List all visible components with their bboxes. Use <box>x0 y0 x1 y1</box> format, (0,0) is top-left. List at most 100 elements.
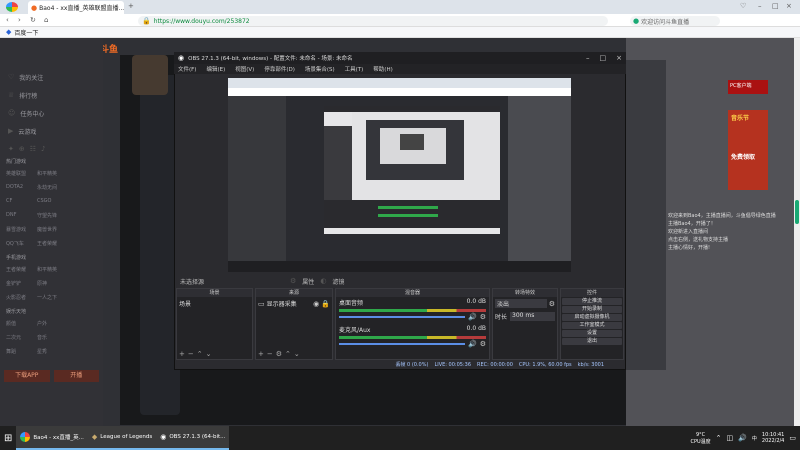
obs-menu-help[interactable]: 帮助(H) <box>373 65 392 73</box>
mic-icon[interactable]: ♪ <box>41 145 45 153</box>
network-icon[interactable]: ◫ <box>727 434 734 442</box>
reload-icon[interactable]: ↻ <box>30 16 36 24</box>
game-link[interactable]: DNF <box>6 212 37 226</box>
sidebar-item-cloudgame[interactable]: ▶ 云游戏 <box>0 122 103 140</box>
ent-link[interactable]: 二次元 <box>6 334 37 348</box>
game-link[interactable]: 守望先锋 <box>37 212 68 226</box>
browser-logo-icon[interactable] <box>6 2 18 12</box>
transition-select[interactable]: 淡出 <box>495 299 547 308</box>
game-link[interactable]: 魔兽世界 <box>37 226 68 240</box>
home-icon[interactable]: ⌂ <box>44 16 48 24</box>
game-link[interactable]: 火影忍者 <box>6 294 37 308</box>
gear-icon[interactable]: ⚙ <box>290 277 296 285</box>
virtual-camera-button[interactable]: 启动虚拟摄像机 <box>562 314 622 321</box>
game-link[interactable]: 暴雪游戏 <box>6 226 37 240</box>
game-link[interactable]: 一人之下 <box>37 294 68 308</box>
move-down-icon[interactable]: ⌄ <box>206 350 212 358</box>
sidebar-item-follow[interactable]: ♡ 我的关注 <box>0 68 103 86</box>
scrollbar-thumb[interactable] <box>795 200 799 224</box>
eye-icon[interactable]: ◉ <box>313 300 319 308</box>
stop-streaming-button[interactable]: 停止推流 <box>562 298 622 305</box>
forward-icon[interactable]: › <box>18 16 21 24</box>
remove-icon[interactable]: − <box>188 350 194 358</box>
people-icon[interactable]: ☷ <box>30 145 36 153</box>
game-link[interactable]: 和平精英 <box>37 266 68 280</box>
move-down-icon[interactable]: ⌄ <box>294 350 300 358</box>
lock-icon[interactable]: 🔒 <box>321 300 330 308</box>
duration-input[interactable]: 300 ms <box>510 312 555 321</box>
obs-menu-view[interactable]: 视图(V) <box>235 65 254 73</box>
gear-icon[interactable]: ⚙ <box>480 313 486 321</box>
source-item[interactable]: ▭ 显示器采集 ◉ 🔒 <box>256 297 332 310</box>
globe-icon[interactable]: ⊕ <box>19 145 25 153</box>
search-box[interactable]: ● 欢迎访问斗鱼直播 <box>630 16 720 26</box>
notification-icon[interactable]: ▭ <box>789 434 796 442</box>
volume-slider[interactable] <box>339 343 465 345</box>
gear-icon[interactable]: ⚙ <box>549 300 555 308</box>
taskbar-app-lol[interactable]: ◆ League of Legends <box>87 426 157 450</box>
gamepad-icon[interactable]: ✦ <box>8 145 14 153</box>
move-up-icon[interactable]: ⌃ <box>285 350 291 358</box>
obs-close-icon[interactable]: × <box>616 54 622 62</box>
close-window-icon[interactable]: × <box>786 2 792 10</box>
add-icon[interactable]: + <box>258 350 264 358</box>
menu-icon[interactable]: ♡ <box>740 2 746 10</box>
start-button[interactable]: ⊞ <box>0 426 16 450</box>
taskbar-app-obs[interactable]: ◉ OBS 27.1.3 (64-bit... <box>156 426 230 450</box>
browser-tab[interactable]: ● Bao4 - xx直播_英雄联盟直播... × <box>28 1 124 14</box>
scene-item[interactable]: 场景 <box>177 297 252 310</box>
back-icon[interactable]: ‹ <box>6 16 9 24</box>
filter-icon[interactable]: ◐ <box>320 277 326 285</box>
obs-menu-file[interactable]: 文件(F) <box>178 65 196 73</box>
obs-menu-edit[interactable]: 编辑(E) <box>206 65 225 73</box>
ent-link[interactable]: 音乐 <box>37 334 68 348</box>
speaker-icon[interactable]: 🔊 <box>468 340 477 348</box>
settings-icon[interactable]: ⚙ <box>276 350 282 358</box>
minimize-icon[interactable]: – <box>758 2 762 10</box>
obs-minimize-icon[interactable]: – <box>586 54 590 62</box>
start-recording-button[interactable]: 开始录制 <box>562 306 622 313</box>
promo-ad[interactable]: 音乐节 免费领取 <box>728 110 768 190</box>
game-link[interactable]: 金铲铲 <box>6 280 37 294</box>
input-language[interactable]: 中 <box>752 435 757 442</box>
settings-button[interactable]: 设置 <box>562 330 622 337</box>
game-link[interactable]: CSGO <box>37 198 68 212</box>
volume-slider[interactable] <box>339 316 465 318</box>
volume-icon[interactable]: 🔊 <box>738 434 747 442</box>
obs-preview[interactable] <box>228 78 571 272</box>
maximize-icon[interactable]: □ <box>772 2 779 10</box>
ent-link[interactable]: 舞蹈 <box>6 348 37 362</box>
pc-client-badge[interactable]: PC客户端 <box>728 80 768 94</box>
game-link[interactable]: 原神 <box>37 280 68 294</box>
game-link[interactable]: 王者荣耀 <box>37 240 68 254</box>
gear-icon[interactable]: ⚙ <box>480 340 486 348</box>
ent-link[interactable]: 颜值 <box>6 320 37 334</box>
obs-menu-tools[interactable]: 工具(T) <box>345 65 364 73</box>
chevron-up-icon[interactable]: ⌃ <box>716 434 722 442</box>
weather-widget[interactable]: 9°C CPU温度 <box>691 432 711 445</box>
taskbar-app-browser[interactable]: Bao4 - xx直播_英... <box>16 426 88 450</box>
ent-link[interactable]: 星秀 <box>37 348 68 362</box>
filters-button[interactable]: 滤镜 <box>332 277 344 286</box>
game-link[interactable]: DOTA2 <box>6 184 37 198</box>
game-link[interactable]: 王者荣耀 <box>6 266 37 280</box>
game-link[interactable]: 英雄联盟 <box>6 170 37 184</box>
download-app-button[interactable]: 下载APP <box>4 370 50 382</box>
add-icon[interactable]: + <box>179 350 185 358</box>
obs-menu-scene-collection[interactable]: 场景集合(S) <box>305 65 335 73</box>
remove-icon[interactable]: − <box>267 350 273 358</box>
game-link[interactable]: 永劫无间 <box>37 184 68 198</box>
new-tab-icon[interactable]: + <box>128 2 134 10</box>
game-link[interactable]: CF <box>6 198 37 212</box>
obs-menu-docks[interactable]: 停靠部件(D) <box>264 65 295 73</box>
studio-mode-button[interactable]: 工作室模式 <box>562 322 622 329</box>
start-stream-button[interactable]: 开播 <box>53 370 99 382</box>
game-link[interactable]: 和平精英 <box>37 170 68 184</box>
douyu-logo[interactable]: 斗鱼 <box>100 42 130 58</box>
clock[interactable]: 10:10:41 2022/2/4 <box>762 432 784 444</box>
game-link[interactable]: QQ飞车 <box>6 240 37 254</box>
speaker-icon[interactable]: 🔊 <box>468 313 477 321</box>
ent-link[interactable]: 户外 <box>37 320 68 334</box>
properties-button[interactable]: 属性 <box>302 277 314 286</box>
sidebar-item-rank[interactable]: ♕ 排行榜 <box>0 86 103 104</box>
